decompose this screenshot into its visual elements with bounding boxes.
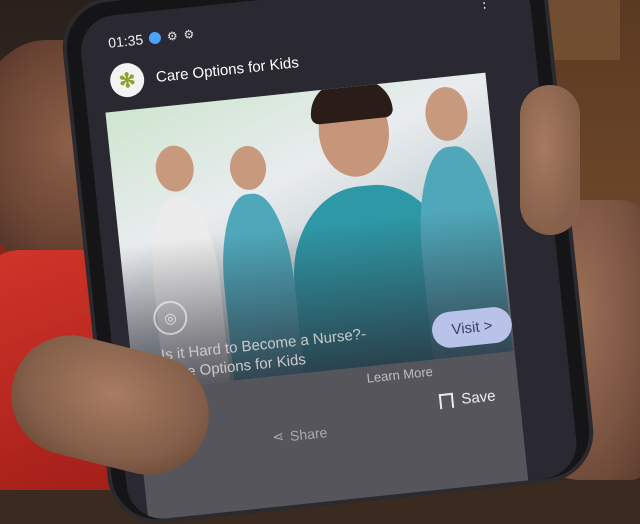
notification-icon: ⚙ [166,28,179,44]
share-icon: ⋖ [271,427,285,445]
app-header: ✻ Care Options for Kids [108,44,300,100]
app-title: Care Options for Kids [155,53,300,86]
nurse-head [153,143,197,194]
bookmark-icon [438,392,455,409]
status-time: 01:35 [107,31,144,51]
more-vert-icon[interactable]: ⋮ [476,0,491,12]
nurse-hair [307,76,394,126]
status-bar: 01:35 ⚙ ⚙ [107,23,195,54]
nurse-head [422,84,471,143]
save-label: Save [460,386,497,408]
finger-top [520,85,580,235]
nurse-head [227,144,269,192]
location-icon [148,31,162,45]
leaf-logo-icon: ✻ [108,61,146,99]
notification-icon: ⚙ [182,26,196,42]
share-label: Share [289,423,328,444]
